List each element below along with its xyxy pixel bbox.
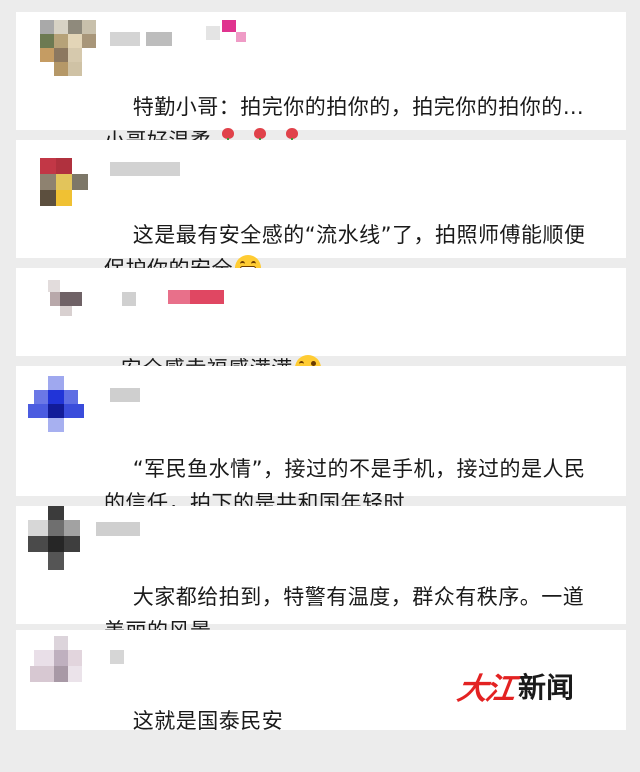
comment-card: 特勤小哥：拍完你的拍你的，拍完你的拍你的… 小哥好温柔 xyxy=(16,12,626,153)
username[interactable] xyxy=(110,32,140,46)
username[interactable] xyxy=(96,522,140,536)
avatar[interactable] xyxy=(40,20,96,76)
avatar[interactable] xyxy=(40,278,84,318)
username[interactable] xyxy=(110,388,140,402)
comment-card: 大家都给拍到，特警有温度，群众有秩序。一道 美丽的风景。 xyxy=(16,506,626,643)
username[interactable] xyxy=(110,162,180,176)
username[interactable] xyxy=(110,650,124,664)
comment-card: 安全感幸福感满满 xyxy=(16,268,626,381)
username[interactable] xyxy=(122,292,136,306)
dajiang-news-watermark: 大江 新闻 xyxy=(455,671,575,707)
comment-card: 这是最有安全感的“流水线”了，拍照师傅能顺便 保护你的安全 xyxy=(16,140,626,281)
avatar[interactable] xyxy=(40,158,88,206)
comment-card: “军民鱼水情”，接过的不是手机，接过的是人民 的信任，拍下的是共和国年轻时 xyxy=(16,366,626,515)
avatar[interactable] xyxy=(28,636,84,686)
avatar[interactable] xyxy=(28,506,84,570)
avatar[interactable] xyxy=(28,376,84,432)
